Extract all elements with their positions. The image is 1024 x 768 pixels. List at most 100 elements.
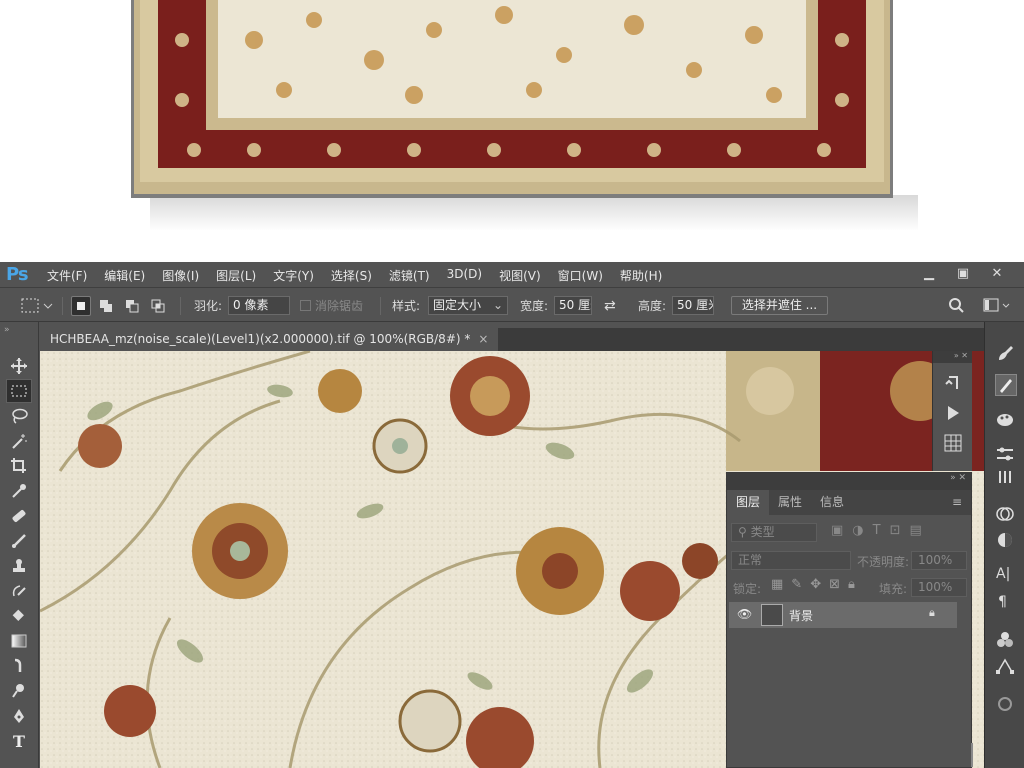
antialias-checkbox[interactable]: 消除锯齿 [300, 296, 363, 316]
gradient-tool-icon[interactable] [6, 629, 32, 653]
lock-artboard-icon[interactable]: ⊠ [829, 577, 848, 592]
grid-icon[interactable] [943, 433, 963, 453]
magic-wand-tool-icon[interactable] [6, 429, 32, 453]
tool-presets-icon[interactable] [995, 468, 1015, 488]
width-label: 宽度: [520, 299, 549, 313]
layers-scrollbar[interactable] [971, 743, 973, 767]
filter-smartobject-icon[interactable]: ▤ [910, 523, 931, 538]
play-icon[interactable] [943, 403, 963, 423]
dodge-tool-icon[interactable] [6, 679, 32, 703]
brush-preset-icon[interactable] [995, 344, 1015, 364]
tab-layers[interactable]: 图层 [727, 490, 770, 515]
photoshop-window: Ps 文件(F) 编辑(E) 图像(I) 图层(L) 文字(Y) 选择(S) 滤… [0, 262, 1024, 768]
menu-window[interactable]: 窗口(W) [558, 267, 603, 284]
menu-filter[interactable]: 滤镜(T) [389, 267, 430, 284]
lock-all-icon[interactable]: 🔒︎ [848, 577, 863, 592]
menu-bar: Ps 文件(F) 编辑(E) 图像(I) 图层(L) 文字(Y) 选择(S) 滤… [0, 262, 1024, 288]
rect-marquee-tool-icon[interactable] [6, 379, 32, 403]
layer-filter-select[interactable]: ⚲ 类型 [731, 523, 817, 542]
minimize-button[interactable]: ▁ [912, 264, 946, 284]
close-button[interactable]: ✕ [980, 264, 1014, 284]
filter-pixel-icon[interactable]: ▣ [831, 523, 852, 538]
tab-properties[interactable]: 属性 [769, 490, 811, 515]
menu-image[interactable]: 图像(I) [162, 267, 199, 284]
filter-type-icon[interactable]: T [873, 523, 890, 538]
extra-panel-icon[interactable] [995, 694, 1015, 714]
crop-tool-icon[interactable] [6, 454, 32, 478]
feather-input[interactable]: 0 像素 [228, 296, 290, 315]
intersect-selection-icon[interactable] [148, 296, 168, 316]
fill-input[interactable]: 100% [911, 578, 967, 597]
blend-mode-select[interactable]: 正常 [731, 551, 851, 570]
document-tab[interactable]: HCHBEAA_mz(noise_scale)(Level1)(x2.00000… [40, 328, 499, 351]
menu-layer[interactable]: 图层(L) [216, 267, 256, 284]
layer-filter-value: 类型 [750, 525, 775, 539]
menu-select[interactable]: 选择(S) [331, 267, 372, 284]
rug-preview-image [134, 0, 890, 194]
feather-label: 羽化: [194, 299, 223, 313]
menu-file[interactable]: 文件(F) [47, 267, 87, 284]
layer-lock-icon: 🔒︎ [929, 606, 935, 619]
history-brush-tool-icon[interactable] [6, 579, 32, 603]
preview-image-area [0, 0, 1024, 262]
visibility-eye-icon[interactable]: 👁︎ [737, 607, 752, 621]
swap-icon[interactable]: ⇄ [604, 296, 616, 316]
lock-transparent-icon[interactable]: ▦ [771, 577, 791, 592]
add-to-selection-icon[interactable] [96, 296, 116, 316]
character-panel-icon[interactable]: A| [996, 566, 1010, 582]
document-tab-bar: HCHBEAA_mz(noise_scale)(Level1)(x2.00000… [40, 328, 984, 351]
layer-comps-icon[interactable] [995, 630, 1015, 650]
layer-filter-icons: ▣◑T⊡▤ [831, 523, 931, 538]
menu-type[interactable]: 文字(Y) [273, 267, 314, 284]
separator [180, 297, 181, 315]
menu-3d[interactable]: 3D(D) [447, 267, 482, 284]
clone-stamp-tool-icon[interactable] [6, 554, 32, 578]
brush-tool-icon[interactable] [6, 529, 32, 553]
move-tool-icon[interactable] [6, 354, 32, 378]
close-tab-icon[interactable]: × [478, 332, 488, 346]
lasso-tool-icon[interactable] [6, 404, 32, 428]
layer-name: 背景 [789, 609, 814, 623]
select-and-mask-button[interactable]: 选择并遮住 ... [731, 296, 828, 315]
restore-button[interactable]: ▣ [946, 264, 980, 284]
lock-image-icon[interactable]: ✎ [791, 577, 810, 592]
panel-collapse-icon[interactable]: » [4, 325, 10, 335]
eyedropper-tool-icon[interactable] [6, 479, 32, 503]
height-input[interactable]: 50 厘米 [672, 296, 714, 315]
filter-adjustment-icon[interactable]: ◑ [852, 523, 872, 538]
paragraph-panel-icon[interactable]: ¶ [998, 594, 1007, 610]
pen-tool-icon[interactable] [6, 704, 32, 728]
style-select[interactable]: 固定大小 ⌄ [428, 296, 508, 315]
panel-close-icon[interactable]: » ✕ [950, 473, 966, 483]
tab-info[interactable]: 信息 [811, 490, 853, 515]
layers-panel: » ✕ 图层 属性 信息 ≡ ⚲ 类型 ▣◑T⊡▤ 正常 不透明度: 100% … [726, 472, 973, 768]
antialias-checkbox-box [300, 300, 311, 311]
type-tool-icon[interactable]: T [6, 729, 32, 753]
history-icon[interactable] [943, 373, 963, 393]
new-selection-icon[interactable] [71, 296, 91, 316]
healing-brush-tool-icon[interactable] [6, 504, 32, 528]
lock-position-icon[interactable]: ✥ [810, 577, 829, 592]
subtract-from-selection-icon[interactable] [122, 296, 142, 316]
menu-edit[interactable]: 编辑(E) [104, 267, 145, 284]
adjustments-icon[interactable] [995, 444, 1015, 464]
opacity-input[interactable]: 100% [911, 551, 967, 570]
eraser-tool-icon[interactable] [6, 604, 32, 628]
paths-icon[interactable] [995, 656, 1015, 676]
color-palette-icon[interactable] [995, 410, 1015, 430]
styles-icon[interactable] [995, 530, 1015, 550]
layer-row[interactable]: 👁︎ 背景 🔒︎ [729, 602, 957, 628]
dock-header: » ✕ [933, 351, 972, 363]
brush-settings-icon[interactable] [995, 374, 1017, 396]
marquee-preset-icon[interactable] [20, 295, 54, 315]
panel-menu-icon[interactable]: ≡ [943, 490, 971, 515]
separator [62, 297, 63, 315]
menu-view[interactable]: 视图(V) [499, 267, 541, 284]
smudge-tool-icon[interactable] [6, 654, 32, 678]
search-icon[interactable] [946, 295, 966, 315]
menu-help[interactable]: 帮助(H) [620, 267, 662, 284]
filter-shape-icon[interactable]: ⊡ [890, 523, 910, 538]
channels-icon[interactable] [995, 504, 1015, 524]
workspace-switcher-icon[interactable] [982, 295, 1012, 315]
width-input[interactable]: 50 厘米 [554, 296, 592, 315]
